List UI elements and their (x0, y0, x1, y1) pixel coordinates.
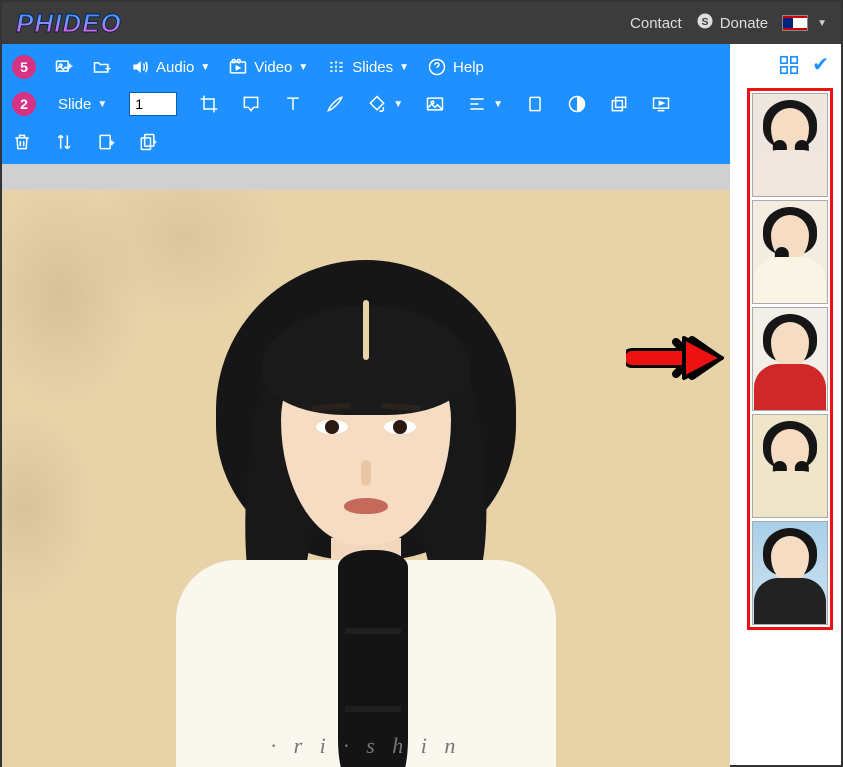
slides-label: Slides (352, 59, 393, 76)
help-button[interactable]: Help (427, 57, 484, 77)
annotation-arrow (626, 330, 726, 391)
main-photo (176, 220, 556, 767)
add-folder-button[interactable] (92, 57, 112, 77)
thumbnail-2[interactable] (752, 200, 828, 304)
thumbnail-5[interactable] (752, 521, 828, 625)
donate-label: Donate (720, 15, 768, 32)
thumbnail-4[interactable] (752, 414, 828, 518)
fill-menu[interactable]: ▼ (367, 94, 403, 114)
slide-selector[interactable]: Slide ▼ (58, 96, 107, 113)
slide-label: Slide (58, 96, 91, 113)
thumbnail-1[interactable] (752, 93, 828, 197)
thumbnail-panel (747, 88, 833, 630)
content-area: · r i · s h i n (2, 164, 841, 767)
donate-link[interactable]: S Donate (696, 12, 768, 34)
canvas-column: · r i · s h i n (2, 164, 730, 767)
view-controls: ✔ (778, 52, 829, 77)
social-links (136, 13, 160, 34)
duplicate-page-button[interactable] (138, 132, 158, 152)
chevron-down-icon: ▼ (200, 62, 210, 73)
chevron-down-icon: ▼ (298, 62, 308, 73)
step-badge-2: 2 (12, 92, 36, 116)
toolbar-row-2: 2 Slide ▼ ▼ ▼ (12, 84, 720, 124)
cast-button[interactable] (751, 52, 773, 74)
reorder-button[interactable] (54, 132, 74, 152)
donate-icon: S (696, 12, 714, 34)
page-button[interactable] (525, 94, 545, 114)
language-selector[interactable]: ▼ (782, 15, 827, 31)
audio-menu[interactable]: Audio ▼ (130, 57, 210, 77)
present-button[interactable] (651, 94, 671, 114)
new-page-button[interactable] (96, 132, 116, 152)
confirm-button[interactable]: ✔ (812, 52, 829, 77)
contact-link[interactable]: Contact (630, 15, 682, 32)
slides-menu[interactable]: Slides ▼ (326, 57, 409, 77)
layers-button[interactable] (609, 94, 629, 114)
step-badge-5: 5 (12, 55, 36, 79)
toolbar-row-3 (12, 124, 720, 164)
top-bar: PHIDEO Contact S Donate ▼ (2, 2, 841, 44)
speech-bubble-button[interactable] (241, 94, 261, 114)
slide-number-input[interactable] (129, 92, 177, 116)
delete-button[interactable] (12, 132, 32, 152)
flag-icon (782, 15, 808, 31)
logo[interactable]: PHIDEO (16, 8, 122, 39)
photo-caption: · r i · s h i n (271, 733, 462, 759)
chevron-down-icon: ▼ (97, 99, 107, 110)
contrast-button[interactable] (567, 94, 587, 114)
align-menu[interactable]: ▼ (467, 94, 503, 114)
chevron-down-icon: ▼ (393, 99, 403, 110)
canvas-ruler (2, 164, 730, 190)
image-button[interactable] (425, 94, 445, 114)
chevron-down-icon: ▼ (817, 18, 827, 29)
grid-view-button[interactable] (778, 54, 800, 76)
crop-button[interactable] (199, 94, 219, 114)
brush-button[interactable] (325, 94, 345, 114)
video-menu[interactable]: Video ▼ (228, 57, 308, 77)
chevron-down-icon: ▼ (399, 62, 409, 73)
thumbnail-3[interactable] (752, 307, 828, 411)
add-image-button[interactable] (54, 57, 74, 77)
toolbar-row-1: 5 Audio ▼ Video ▼ Slides ▼ Help (12, 50, 720, 84)
audio-label: Audio (156, 59, 194, 76)
help-label: Help (453, 59, 484, 76)
text-button[interactable] (283, 94, 303, 114)
svg-text:S: S (701, 16, 708, 28)
chevron-down-icon: ▼ (493, 99, 503, 110)
slide-canvas[interactable]: · r i · s h i n (2, 190, 730, 767)
editor-toolbar: 5 Audio ▼ Video ▼ Slides ▼ Help 2 Slide ▼ ▼ … (2, 44, 730, 164)
video-label: Video (254, 59, 292, 76)
